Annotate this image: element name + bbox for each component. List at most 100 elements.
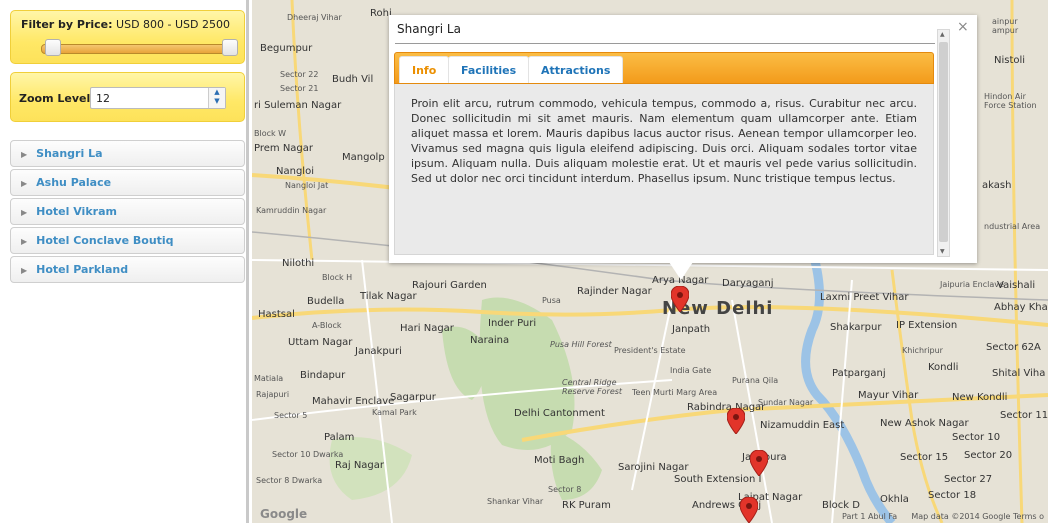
map-label: Khichripur (902, 346, 943, 355)
map-label: Uttam Nagar (288, 337, 353, 348)
map-label: Sagarpur (390, 392, 436, 403)
map-label: Kondli (928, 362, 959, 373)
map-label: Hastsal (258, 309, 295, 320)
map-copyright: Map data ©2014 Google (911, 512, 1011, 521)
map-label: Sundar Nagar (758, 398, 814, 407)
map-label: Sector 27 (944, 474, 993, 485)
map-label: Jaipuria Enclave (940, 280, 1004, 289)
map-label: Sector 11 (1000, 410, 1048, 421)
terms-link[interactable]: Terms o (1013, 512, 1044, 521)
map-label: Dheeraj Vihar (287, 13, 342, 22)
map-label: Rajapuri (256, 390, 290, 399)
map-label: Block D (822, 500, 860, 511)
map-label: Sector 21 (280, 84, 319, 93)
map-label: ri Suleman Nagar (254, 100, 342, 111)
map-label: A-Block (312, 321, 342, 330)
map-label: Nilothi (282, 258, 315, 269)
hotel-item-hotel-parkland[interactable]: ▶ Hotel Parkland (10, 256, 245, 283)
map-label: Inder Puri (488, 318, 537, 329)
map-label: Tilak Nagar (360, 291, 417, 302)
map-label: Part 1 Abul Fa (842, 512, 898, 521)
map-label: Sector 5 (274, 411, 308, 420)
map-label: New Kondli (952, 392, 1008, 403)
map-label: Budh Vil (332, 74, 374, 85)
map-label: Hari Nagar (400, 323, 454, 334)
map-label: Janpath (672, 324, 711, 335)
map-label: Sector 8 Dwarka (256, 476, 323, 485)
map-label: Sector 18 (928, 490, 977, 501)
info-window-scrollbar[interactable]: ▲ ▼ (937, 29, 950, 257)
title-divider (395, 43, 935, 44)
sidebar: Filter by Price: USD 800 - USD 2500 Zoom… (0, 0, 249, 523)
hotel-item-ashu-palace[interactable]: ▶ Ashu Palace (10, 169, 245, 196)
map-label: Moti Bagh (534, 455, 585, 466)
map-label: Janakpuri (355, 346, 402, 357)
map-label: RK Puram (562, 500, 611, 511)
map-label: Mayur Vihar (858, 390, 919, 401)
map-label: Shital Viha (992, 368, 1046, 379)
info-window-title: Shangri La (397, 22, 461, 36)
map-label: Nangloi (276, 166, 314, 177)
map-label: New Ashok Nagar (880, 418, 969, 429)
price-slider-track[interactable] (41, 44, 228, 54)
price-slider-max-handle[interactable] (222, 39, 238, 56)
map-pin-icon[interactable] (671, 286, 689, 312)
hotel-item-hotel-conclave[interactable]: ▶ Hotel Conclave Boutiq (10, 227, 245, 254)
zoom-level-label: Zoom Level: (19, 92, 95, 105)
scroll-down-icon[interactable]: ▼ (940, 248, 945, 255)
map-pin-icon[interactable] (727, 408, 745, 434)
map-label: Prem Nagar (254, 143, 314, 154)
map-label: Sector 15 (900, 452, 949, 463)
map-label: Mangolp (342, 152, 385, 163)
chevron-right-icon: ▶ (21, 266, 28, 275)
chevron-right-icon: ▶ (21, 208, 28, 217)
map-label: Vaishali (997, 280, 1036, 291)
map-label: Sarojini Nagar (618, 462, 689, 473)
tab-facilities[interactable]: Facilities (448, 56, 530, 83)
hotel-item-shangri-la[interactable]: ▶ Shangri La (10, 140, 245, 167)
scroll-up-icon[interactable]: ▲ (940, 31, 945, 38)
map-label: Block H (322, 273, 353, 282)
map-label: Sector 22 (280, 70, 319, 79)
zoom-spinner[interactable]: ▲ ▼ (208, 88, 225, 108)
map-label: Begumpur (260, 43, 313, 54)
price-filter-panel: Filter by Price: USD 800 - USD 2500 (10, 10, 245, 64)
map-label: President's Estate (614, 346, 686, 355)
tab-attractions[interactable]: Attractions (528, 56, 624, 83)
tab-strip: Info Facilities Attractions (394, 52, 934, 84)
map-label: Nangloi Jat (285, 181, 329, 190)
map-pin-icon[interactable] (750, 450, 768, 476)
map-label: Bindapur (300, 370, 346, 381)
info-window-tail (669, 262, 693, 280)
hotel-item-hotel-vikram[interactable]: ▶ Hotel Vikram (10, 198, 245, 225)
map-label: ainpur ampur (992, 17, 1019, 35)
price-range-value: USD 800 - USD 2500 (116, 18, 230, 31)
tab-content-info: Proin elit arcu, rutrum commodo, vehicul… (394, 84, 934, 255)
map-label: Raj Nagar (335, 460, 385, 471)
map-label: Pusa Hill Forest (550, 340, 612, 349)
map-label: Central Ridge Reserve Forest (562, 378, 623, 396)
spinner-down-icon[interactable]: ▼ (209, 97, 225, 106)
map-pin-icon[interactable] (740, 497, 758, 523)
price-filter-label: Filter by Price: USD 800 - USD 2500 (21, 18, 230, 31)
map-label: ndustrial Area (984, 222, 1041, 231)
google-logo: Google (260, 507, 308, 521)
map-label: IP Extension (896, 320, 958, 331)
tab-info[interactable]: Info (399, 56, 450, 83)
scrollbar-thumb[interactable] (939, 42, 948, 242)
map-label: Shankar Vihar (487, 497, 544, 506)
map-label: Delhi Cantonment (514, 408, 605, 419)
price-slider-min-handle[interactable] (45, 39, 61, 56)
map-label: Laxmi Preet Vihar (820, 292, 909, 303)
map-label: Matiala (254, 374, 284, 383)
spinner-up-icon[interactable]: ▲ (209, 88, 225, 97)
zoom-level-input[interactable]: 12 (90, 87, 226, 109)
close-icon[interactable]: × (957, 19, 969, 35)
map-label: Palam (324, 432, 355, 443)
map-label: Sector 8 (548, 485, 582, 494)
map-label: Hindon Air Force Station (984, 92, 1037, 110)
map-label: Abhay Khand (994, 302, 1048, 313)
map-label: Kamal Park (372, 408, 417, 417)
map-label: South Extension I (674, 474, 762, 485)
map-label: Sector 10 (952, 432, 1001, 443)
